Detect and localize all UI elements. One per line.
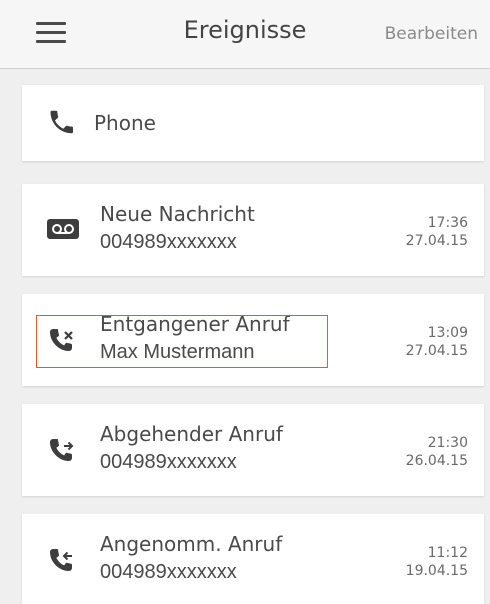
event-date: 26.04.15	[405, 453, 468, 469]
event-title: Neue Nachricht	[100, 202, 255, 226]
incoming-call-icon	[46, 544, 76, 574]
event-text: Abgehender Anruf 004989xxxxxxx	[100, 422, 283, 475]
event-time: 21:30	[427, 435, 468, 451]
phone-icon	[48, 107, 78, 137]
event-title: Entgangener Anruf	[100, 312, 290, 336]
event-number: 004989xxxxxxx	[100, 451, 237, 473]
event-number: 004989xxxxxxx	[100, 561, 237, 583]
event-row-incoming[interactable]: Angenomm. Anruf 004989xxxxxxx 11:12 19.0…	[22, 514, 484, 604]
event-timestamp: 17:36 27.04.15	[406, 214, 468, 250]
events-screen: Ereignisse Bearbeiten Phone Neue Nachric…	[0, 0, 490, 604]
edit-button[interactable]: Bearbeiten	[385, 24, 478, 44]
event-date: 27.04.15	[405, 233, 468, 249]
event-row-voicemail[interactable]: Neue Nachricht 004989xxxxxxx 17:36 27.04…	[22, 184, 484, 276]
event-number: 004989xxxxxxx	[100, 231, 237, 253]
event-contact: Max Mustermann	[100, 341, 255, 363]
event-text: Entgangener Anruf Max Mustermann	[100, 312, 290, 365]
phone-label: Phone	[94, 111, 156, 135]
event-text: Angenomm. Anruf 004989xxxxxxx	[100, 532, 282, 585]
event-time: 13:09	[427, 325, 468, 341]
event-title: Angenomm. Anruf	[100, 532, 283, 556]
top-bar: Ereignisse Bearbeiten	[0, 0, 490, 69]
event-row-missed[interactable]: Entgangener Anruf Max Mustermann 13:09 2…	[22, 294, 484, 386]
missed-call-icon	[46, 324, 76, 354]
event-date: 27.04.15	[405, 343, 468, 359]
event-time: 11:12	[427, 545, 468, 561]
voicemail-icon	[46, 216, 80, 242]
event-timestamp: 11:12 19.04.15	[406, 544, 468, 580]
hamburger-menu-icon[interactable]	[36, 22, 66, 44]
outgoing-call-icon	[46, 434, 76, 464]
event-date: 19.04.15	[405, 563, 468, 579]
event-title: Abgehender Anruf	[100, 422, 283, 446]
page-title: Ereignisse	[183, 16, 307, 44]
event-time: 17:36	[427, 215, 468, 231]
event-row-outgoing[interactable]: Abgehender Anruf 004989xxxxxxx 21:30 26.…	[22, 404, 484, 496]
event-text: Neue Nachricht 004989xxxxxxx	[100, 202, 255, 255]
event-timestamp: 21:30 26.04.15	[406, 434, 468, 470]
event-timestamp: 13:09 27.04.15	[406, 324, 468, 360]
phone-section[interactable]: Phone	[22, 85, 484, 161]
